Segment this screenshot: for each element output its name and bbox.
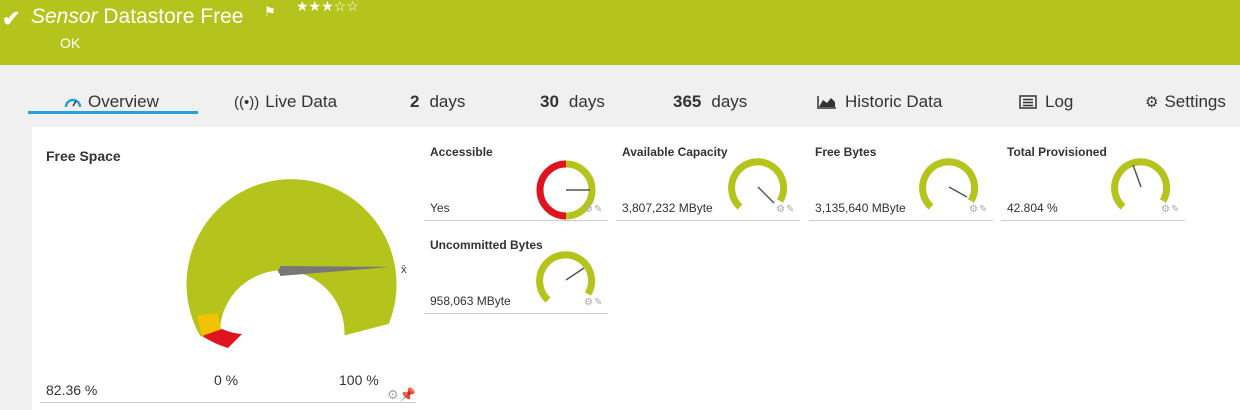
active-tab-indicator — [28, 111, 198, 114]
gauge-arc-ok — [186, 179, 397, 337]
historic-chart-icon — [817, 96, 836, 109]
divider — [616, 220, 800, 221]
tab-2-days[interactable]: 2 days — [410, 92, 465, 112]
channel-tools[interactable]: ⚙✎ — [1161, 204, 1180, 215]
pin-icon[interactable]: ✎ — [979, 204, 988, 215]
pin-icon[interactable]: ✎ — [594, 204, 603, 215]
priority-stars[interactable]: ★★★☆☆ — [296, 0, 359, 15]
pin-icon[interactable]: ✎ — [786, 204, 795, 215]
tab-historic-data[interactable]: Historic Data — [817, 92, 942, 112]
tab-365-days[interactable]: 365 days — [673, 92, 747, 112]
gear-icon[interactable]: ⚙ — [584, 297, 594, 308]
primary-channel-title: Free Space — [46, 148, 121, 164]
tab-30-days[interactable]: 30 days — [540, 92, 605, 112]
tab-overview[interactable]: Overview — [64, 92, 159, 112]
channel-tools[interactable]: ⚙📌 — [387, 387, 417, 403]
channel-tools[interactable]: ⚙✎ — [969, 204, 988, 215]
gear-icon[interactable]: ⚙ — [969, 204, 979, 215]
pin-icon[interactable]: ✎ — [594, 297, 603, 308]
tab-live-data[interactable]: ((•)) Live Data — [234, 92, 337, 112]
channel-accessible[interactable]: Accessible Yes ⚙✎ — [424, 127, 608, 221]
sensor-title: Sensor Datastore Free — [31, 5, 244, 28]
channel-tools[interactable]: ⚙✎ — [584, 297, 603, 308]
divider — [424, 313, 608, 314]
channel-free-bytes[interactable]: Free Bytes 3,135,640 MByte ⚙✎ — [809, 127, 993, 221]
tab-settings[interactable]: ⚙ Settings — [1145, 92, 1226, 112]
channel-uncommitted-bytes[interactable]: Uncommitted Bytes 958,063 MByte ⚙✎ — [424, 220, 608, 314]
primary-channel-value: 82.36 % — [46, 382, 98, 398]
log-icon — [1019, 95, 1037, 109]
gauge-max-label: 100 % — [339, 372, 379, 388]
channel-tools[interactable]: ⚙✎ — [776, 204, 795, 215]
gear-icon[interactable]: ⚙ — [1161, 204, 1171, 215]
divider — [1001, 220, 1185, 221]
channel-tools[interactable]: ⚙✎ — [584, 204, 603, 215]
channel-total-provisioned[interactable]: Total Provisioned 42.804 % ⚙✎ — [1001, 127, 1185, 221]
channel-available-capacity[interactable]: Available Capacity 3,807,232 MByte ⚙✎ — [616, 127, 800, 221]
check-icon: ✔ — [2, 6, 21, 31]
divider — [809, 220, 993, 221]
gauge-min-label: 0 % — [214, 372, 239, 388]
average-marker: x̄ — [401, 264, 407, 276]
gear-icon[interactable]: ⚙ — [387, 387, 400, 402]
gear-icon[interactable]: ⚙ — [584, 204, 594, 215]
flag-icon[interactable]: ⚑ — [264, 4, 276, 20]
free-space-gauge — [186, 179, 397, 348]
live-data-icon: ((•)) — [234, 93, 260, 111]
tab-bar: Overview ((•)) Live Data 2 days 30 days 36… — [0, 65, 1240, 125]
gear-icon: ⚙ — [1145, 94, 1159, 111]
divider — [40, 402, 416, 403]
gauge-icon — [64, 98, 82, 108]
gear-icon[interactable]: ⚙ — [776, 204, 786, 215]
status-text: OK — [60, 35, 81, 51]
tab-log[interactable]: Log — [1019, 92, 1073, 112]
sensor-header: ✔ Sensor Datastore Free ⚑ ★★★☆☆ OK — [0, 0, 1240, 65]
pin-icon[interactable]: 📌 — [400, 387, 417, 402]
pin-icon[interactable]: ✎ — [1171, 204, 1180, 215]
